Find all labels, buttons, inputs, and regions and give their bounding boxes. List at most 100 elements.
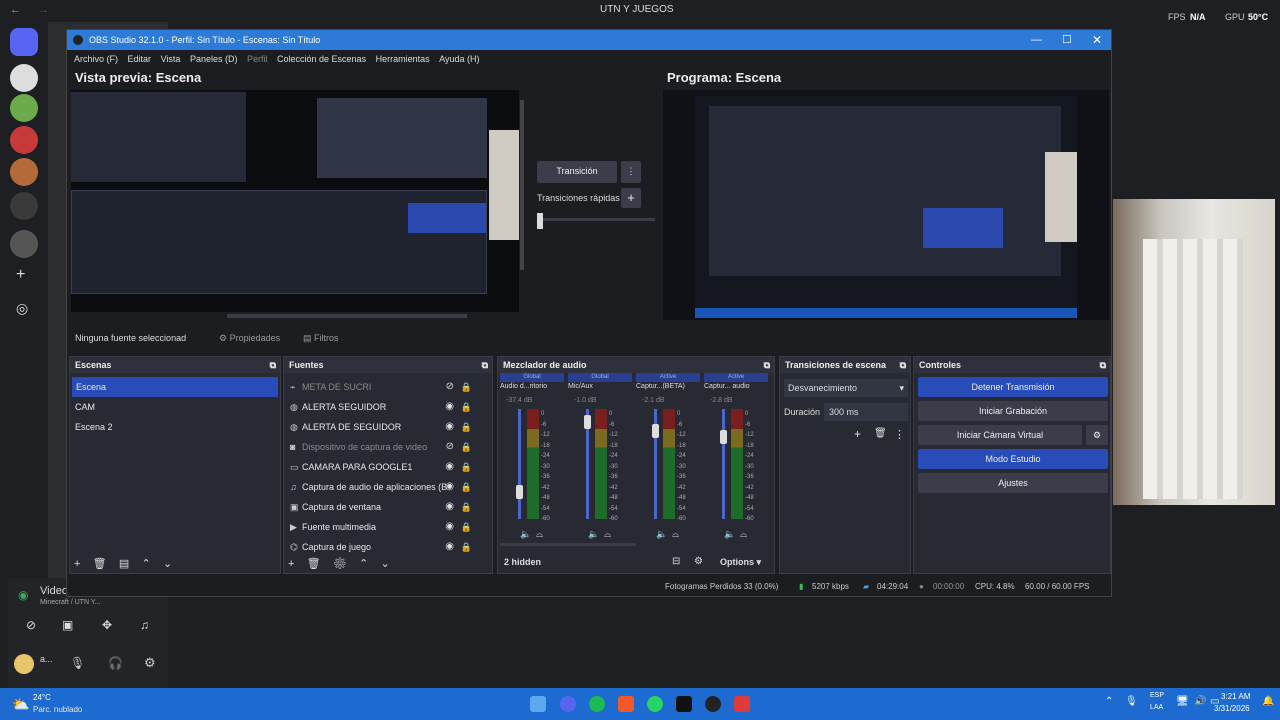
preview-scrollbar[interactable] [520, 100, 524, 270]
tiktok-icon[interactable] [676, 696, 692, 712]
lock-icon[interactable]: 🔒 [461, 537, 472, 557]
stop-stream-button[interactable]: Detener Transmisión [918, 377, 1108, 397]
discord-icon[interactable] [560, 696, 576, 712]
remove-source-icon[interactable]: 🗑 [307, 558, 321, 570]
menu-archivo[interactable]: Archivo (F) [74, 54, 118, 64]
speaker-icon[interactable]: 🔈 [724, 529, 735, 540]
duration-spinbox[interactable]: 300 ms [824, 403, 908, 421]
virtual-camera-settings-icon[interactable]: ⚙ [1086, 425, 1108, 445]
clock-date[interactable]: 3/31/2026 [1214, 704, 1250, 713]
activities-icon[interactable]: ✥ [102, 618, 112, 632]
weather-temp[interactable]: 24°C [33, 693, 51, 702]
monitor-icon[interactable]: 🖥 [1176, 696, 1189, 707]
undock-icon[interactable]: ⧉ [482, 357, 488, 373]
whatsapp-icon[interactable] [647, 696, 663, 712]
add-quick-transition-icon[interactable]: + [621, 188, 641, 208]
server-icon[interactable] [10, 126, 38, 154]
tbar-handle[interactable] [537, 213, 543, 229]
eye-icon[interactable]: ◉ [445, 417, 454, 437]
maximize-icon[interactable]: ☐ [1062, 30, 1072, 50]
avatar[interactable] [14, 654, 34, 674]
channel-name[interactable]: Captur...(BETA) [636, 383, 702, 390]
video-off-icon[interactable]: ⊘ [26, 618, 36, 632]
lock-icon[interactable]: 🔒 [461, 477, 472, 497]
advanced-audio-icon[interactable]: ⚙ [694, 556, 703, 567]
scene-item[interactable]: Escena [72, 377, 278, 397]
undock-icon[interactable]: ⧉ [764, 357, 770, 373]
source-item[interactable]: ◍ ALERTA SEGUIDOR ◉ 🔒 [290, 397, 480, 417]
lock-icon[interactable]: 🔒 [461, 497, 472, 517]
remove-transition-icon[interactable]: 🗑 [874, 428, 887, 439]
menu-paneles[interactable]: Paneles (D) [190, 54, 238, 64]
add-server-icon[interactable]: + [16, 266, 25, 284]
notification-icon[interactable]: 🔔 [1262, 696, 1274, 707]
move-up-icon[interactable]: ⌃ [142, 558, 151, 570]
headphones-icon[interactable]: 🎧 [108, 656, 123, 670]
server-icon[interactable] [10, 192, 38, 220]
speaker-icon[interactable]: 🔈 [656, 529, 667, 540]
tbar-track[interactable] [537, 218, 655, 221]
start-virtual-camera-button[interactable]: Iniciar Cámara Virtual [918, 425, 1082, 445]
source-properties-icon[interactable]: ⚙ [333, 558, 347, 570]
discord-home-icon[interactable] [10, 28, 38, 56]
back-arrow-icon[interactable]: ← [10, 4, 21, 16]
preview-canvas[interactable] [71, 90, 519, 312]
obs-taskbar-icon[interactable] [705, 696, 721, 712]
preview-hscrollbar[interactable] [227, 314, 467, 318]
discover-icon[interactable]: ◎ [16, 300, 28, 317]
source-item[interactable]: ◍ ALERTA DE SEGUIDOR ◉ 🔒 [290, 417, 480, 437]
screen-share-icon[interactable]: ▣ [62, 618, 73, 632]
source-item[interactable]: ⌬ Captura de juego ◉ 🔒 [290, 537, 480, 557]
menu-vista[interactable]: Vista [161, 54, 181, 64]
properties-button[interactable]: ⚙ Propiedades [219, 333, 280, 344]
menu-ayuda[interactable]: Ayuda (H) [439, 54, 479, 64]
brave-icon[interactable] [618, 696, 634, 712]
close-icon[interactable]: ✕ [1092, 30, 1102, 50]
scene-item[interactable]: Escena 2 [75, 417, 267, 437]
start-recording-button[interactable]: Iniciar Grabación [918, 401, 1108, 421]
source-item[interactable]: ◙ Dispositivo de captura de video ⊘ 🔒 [290, 437, 480, 457]
source-item[interactable]: ▣ Captura de ventana ◉ 🔒 [290, 497, 480, 517]
lock-icon[interactable]: 🔒 [461, 517, 472, 537]
filters-button[interactable]: ▤ Filtros [303, 333, 339, 344]
server-icon[interactable] [10, 230, 38, 258]
lock-icon[interactable]: 🔒 [461, 457, 472, 477]
add-source-icon[interactable]: + [288, 558, 294, 570]
menu-editar[interactable]: Editar [128, 54, 152, 64]
server-icon[interactable] [10, 158, 38, 186]
volume-slider[interactable] [722, 409, 725, 519]
volume-slider-handle[interactable] [584, 415, 591, 430]
settings-gear-icon[interactable]: ⚙ [144, 655, 156, 671]
volume-slider-handle[interactable] [652, 424, 659, 438]
transition-menu-icon[interactable]: ⋮ [621, 161, 641, 183]
clock-time[interactable]: 3:21 AM [1221, 692, 1250, 701]
microphone-icon[interactable]: 🎙 [1125, 696, 1138, 707]
scene-filters-icon[interactable]: ▤ [119, 558, 129, 570]
lock-icon[interactable]: 🔒 [461, 417, 472, 437]
move-down-icon[interactable]: ⌄ [381, 558, 390, 570]
windows-start-icon[interactable] [530, 696, 546, 712]
eye-icon[interactable]: ◉ [445, 497, 454, 517]
spotify-icon[interactable] [589, 696, 605, 712]
add-transition-icon[interactable]: + [854, 427, 861, 441]
lock-icon[interactable]: 🔒 [461, 377, 472, 397]
channel-name[interactable]: Audio d...ritorio [500, 383, 566, 390]
channel-name[interactable]: Captur... audio [704, 383, 770, 390]
speaker-icon[interactable]: 🔈 [520, 529, 531, 540]
remove-scene-icon[interactable]: 🗑 [93, 558, 107, 570]
mixer-scrollbar[interactable] [500, 543, 636, 546]
headphones-monitor-icon[interactable]: ⌓ [604, 529, 611, 540]
undock-icon[interactable]: ⧉ [900, 357, 906, 373]
eye-icon[interactable]: ◉ [445, 457, 454, 477]
scene-item[interactable]: CAM [75, 397, 267, 417]
undock-icon[interactable]: ⧉ [1100, 357, 1106, 373]
menu-perfil[interactable]: Perfil [247, 54, 268, 64]
eye-icon[interactable]: ◉ [445, 517, 454, 537]
menu-herramientas[interactable]: Herramientas [376, 54, 430, 64]
weather-icon[interactable]: ⛅ [12, 696, 29, 713]
studio-mode-button[interactable]: Modo Estudio [918, 449, 1108, 469]
move-up-icon[interactable]: ⌃ [359, 558, 368, 570]
move-down-icon[interactable]: ⌄ [163, 558, 172, 570]
channel-name[interactable]: Mic/Aux [568, 383, 634, 390]
volume-slider[interactable] [518, 409, 521, 519]
